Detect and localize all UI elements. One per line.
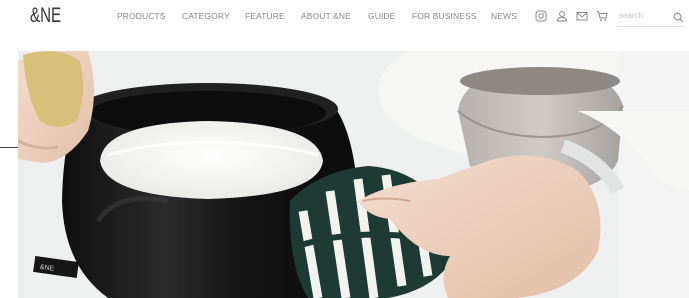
account-icon[interactable] [556,10,568,22]
nav-feature[interactable]: FEATURE [245,11,285,21]
hero-illustration: &NE [18,51,689,298]
nav-for-business[interactable]: FOR BUSINESS [412,11,477,21]
cart-icon[interactable] [596,10,608,22]
nav-guide[interactable]: GUIDE [368,11,395,21]
search-input[interactable] [619,8,663,22]
nav-news[interactable]: NEWS [491,11,517,21]
nav-category[interactable]: CATEGORY [182,11,230,21]
site-logo[interactable]: &NE [30,4,61,28]
search-icon[interactable] [673,10,684,23]
nav-products[interactable]: PRODUCTS [117,11,166,21]
mail-icon[interactable] [576,10,588,22]
site-header: &NE PRODUCTS CATEGORY FEATURE ABOUT &NE … [0,0,689,34]
nav-about[interactable]: ABOUT &NE [301,11,351,21]
hero-image[interactable]: &NE [18,51,689,298]
search-box [617,6,685,27]
instagram-icon[interactable] [535,10,547,22]
